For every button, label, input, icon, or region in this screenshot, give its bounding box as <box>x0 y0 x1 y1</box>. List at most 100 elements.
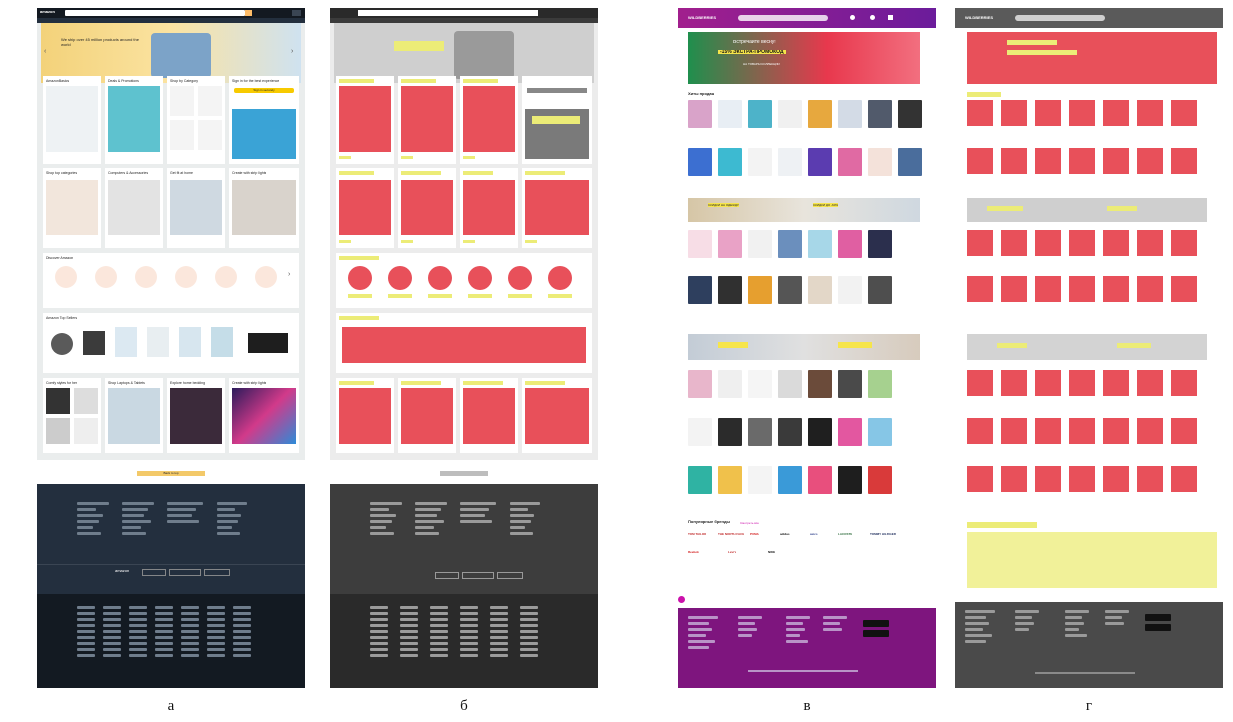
product-highlight[interactable] <box>1103 418 1129 444</box>
product-card[interactable] <box>808 100 832 128</box>
product-highlight[interactable] <box>1001 100 1027 126</box>
card[interactable] <box>460 76 518 164</box>
product-highlight[interactable] <box>1035 418 1061 444</box>
category-circle-highlight[interactable] <box>548 266 572 290</box>
card[interactable] <box>336 168 394 248</box>
brand-logo[interactable]: Reebok <box>688 550 699 554</box>
product-image[interactable] <box>179 327 201 357</box>
card-bedding[interactable]: Explore home bedding <box>167 378 225 453</box>
product-highlight[interactable] <box>1069 370 1095 396</box>
product-image[interactable] <box>83 331 105 355</box>
product-card[interactable] <box>868 370 892 398</box>
profile-icon[interactable] <box>870 15 875 20</box>
card[interactable] <box>522 378 592 453</box>
category-circle[interactable] <box>255 266 277 288</box>
card-shop-by-category[interactable]: Shop by Category <box>167 76 225 164</box>
product-highlight[interactable] <box>1035 466 1061 492</box>
card[interactable] <box>398 378 456 453</box>
product-highlight[interactable] <box>1001 466 1027 492</box>
product-card[interactable] <box>748 100 772 128</box>
product-highlight[interactable] <box>1069 466 1095 492</box>
product-card[interactable] <box>898 100 922 128</box>
google-play-button[interactable] <box>1145 624 1171 631</box>
back-to-top-button[interactable]: Back to top <box>137 471 205 476</box>
product-highlight[interactable] <box>1103 370 1129 396</box>
product-card[interactable] <box>688 466 712 494</box>
product-card[interactable] <box>718 466 742 494</box>
product-highlight[interactable] <box>1035 370 1061 396</box>
product-card[interactable] <box>748 466 772 494</box>
product-card[interactable] <box>718 100 742 128</box>
card-deals[interactable]: Deals & Promotions <box>105 76 163 164</box>
product-card[interactable] <box>778 370 802 398</box>
product-card[interactable] <box>808 230 832 258</box>
category-circle-highlight[interactable] <box>388 266 412 290</box>
product-highlight[interactable] <box>1171 276 1197 302</box>
brands-grid-highlight[interactable] <box>967 532 1217 588</box>
product-card[interactable] <box>778 276 802 304</box>
product-card[interactable] <box>838 370 862 398</box>
brand-logo[interactable]: THE NORTH FACE <box>718 532 744 536</box>
product-highlight[interactable] <box>967 148 993 174</box>
product-highlight[interactable] <box>1103 466 1129 492</box>
product-highlight[interactable] <box>1001 276 1027 302</box>
product-highlight[interactable] <box>967 370 993 396</box>
product-card[interactable] <box>718 230 742 258</box>
product-highlight[interactable] <box>1137 466 1163 492</box>
category-circle-highlight[interactable] <box>428 266 452 290</box>
product-highlight[interactable] <box>1001 418 1027 444</box>
category-circle-highlight[interactable] <box>348 266 372 290</box>
product-highlight[interactable] <box>1171 418 1197 444</box>
product-highlight[interactable] <box>1137 418 1163 444</box>
product-card[interactable] <box>868 100 892 128</box>
product-highlight[interactable] <box>1035 148 1061 174</box>
hero-prev-arrow[interactable]: ‹ <box>44 48 46 55</box>
product-card[interactable] <box>748 148 772 176</box>
category-circle[interactable] <box>135 266 157 288</box>
product-card[interactable] <box>688 418 712 446</box>
promo-banner-highlight[interactable] <box>967 32 1217 84</box>
product-card[interactable] <box>868 230 892 258</box>
product-card[interactable] <box>748 276 772 304</box>
product-highlight[interactable] <box>1103 276 1129 302</box>
brand-logo[interactable]: PUMA <box>750 532 759 536</box>
product-card[interactable] <box>778 148 802 176</box>
product-highlight[interactable] <box>1171 466 1197 492</box>
product-card[interactable] <box>808 148 832 176</box>
brand-logo[interactable]: Levi's <box>728 550 736 554</box>
card-computers[interactable]: Computers & Accessories <box>105 168 163 248</box>
signin-button[interactable] <box>527 88 587 93</box>
search-input[interactable] <box>1015 15 1105 21</box>
product-highlight[interactable] <box>1069 276 1095 302</box>
hero-next-arrow[interactable]: › <box>291 48 293 55</box>
category-circle-highlight[interactable] <box>468 266 492 290</box>
product-highlight[interactable] <box>1137 230 1163 256</box>
category-circle[interactable] <box>95 266 117 288</box>
product-highlight[interactable] <box>967 276 993 302</box>
product-highlight[interactable] <box>1103 230 1129 256</box>
product-image[interactable] <box>147 327 169 357</box>
promo-strip[interactable] <box>688 334 920 360</box>
signin-button[interactable]: Sign in securely <box>234 88 294 93</box>
product-highlight[interactable] <box>1171 148 1197 174</box>
product-image[interactable] <box>211 327 233 357</box>
product-highlight[interactable] <box>1001 230 1027 256</box>
amazon-logo[interactable]: amazon <box>40 10 55 14</box>
card-styles-for-her[interactable]: Comfy styles for her <box>43 378 101 453</box>
cart-icon[interactable] <box>292 10 301 16</box>
product-card[interactable] <box>868 276 892 304</box>
card[interactable] <box>398 76 456 164</box>
product-card[interactable] <box>688 276 712 304</box>
product-card[interactable] <box>808 370 832 398</box>
product-highlight[interactable] <box>1069 100 1095 126</box>
product-card[interactable] <box>838 230 862 258</box>
card[interactable] <box>522 168 592 248</box>
language-selector[interactable] <box>142 569 166 576</box>
brand-logo[interactable]: NIKE <box>768 550 775 554</box>
search-input[interactable] <box>738 15 828 21</box>
cart-icon[interactable] <box>888 15 893 20</box>
product-card[interactable] <box>778 418 802 446</box>
brand-logo[interactable]: LACOSTE <box>838 532 852 536</box>
product-highlight[interactable] <box>967 230 993 256</box>
language-selector[interactable] <box>435 572 459 579</box>
